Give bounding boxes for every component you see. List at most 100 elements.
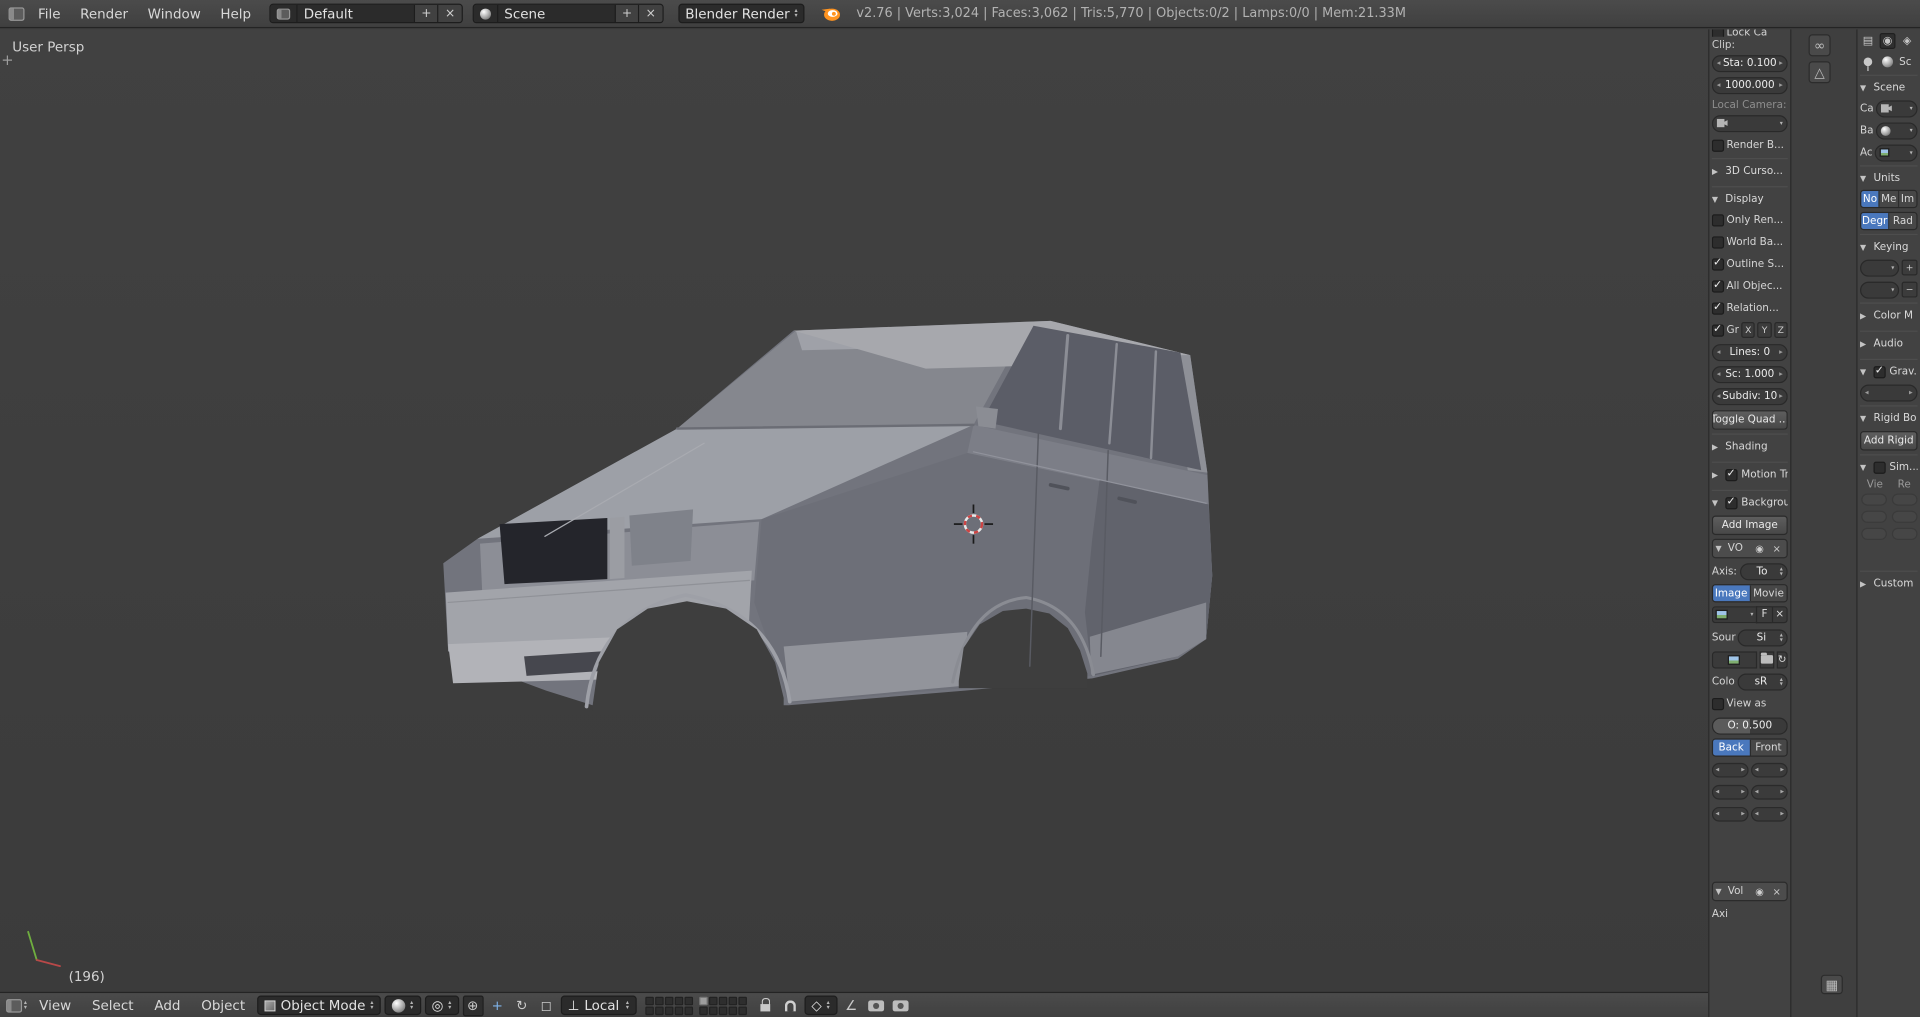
lock-camera-checkbox[interactable]	[1711, 29, 1725, 37]
image-preview-button[interactable]	[1711, 650, 1757, 668]
layer-cell[interactable]	[698, 1005, 708, 1015]
unlink-image-button[interactable]: ×	[1771, 606, 1788, 624]
panel-keying-sets[interactable]: ▼ Keying	[1860, 233, 1918, 258]
bg-image-1-header[interactable]: ▼ VO ◉ ×	[1711, 538, 1788, 559]
toggle-quad-view-button[interactable]: Toggle Quad ...	[1711, 409, 1788, 430]
panel-display[interactable]: ▼ Display	[1711, 186, 1788, 210]
opacity-slider[interactable]: O: 0.500	[1711, 716, 1788, 735]
layer-cell[interactable]	[728, 996, 737, 1005]
snap-rotate-icon[interactable]: ∠	[841, 995, 862, 1016]
editor-type-button[interactable]	[6, 3, 27, 24]
scale-manipulator-icon[interactable]: ◻	[536, 995, 557, 1016]
grid-scale-field[interactable]: ◂ Sc: 1.000 ▸	[1711, 365, 1788, 383]
simplify-ao-field[interactable]	[1860, 527, 1887, 541]
mode-dropdown[interactable]: Object Mode ▴ ▾	[257, 995, 381, 1016]
add-layout-button[interactable]: +	[415, 4, 439, 23]
layer-cell[interactable]	[684, 1005, 693, 1015]
clip-end-field[interactable]: ◂ 1000.000 ▸	[1711, 76, 1788, 94]
snap-element-dropdown[interactable]: ◇ ▴ ▾	[804, 995, 838, 1016]
simplify-subdivision-render-field[interactable]	[1891, 493, 1917, 506]
render-engine-dropdown[interactable]: Blender Render ▴ ▾	[677, 3, 805, 24]
link-icon[interactable]: ∞	[1808, 34, 1831, 57]
eye-icon-2[interactable]: ◉	[1752, 884, 1767, 899]
colorspace-dropdown[interactable]: sR ▴ ▾	[1737, 672, 1788, 691]
simplify-subdivision-field[interactable]	[1860, 493, 1887, 506]
add-image-button[interactable]: Add Image	[1711, 514, 1788, 535]
panel-shading[interactable]: ▶ Shading	[1711, 433, 1788, 457]
scene-name-field[interactable]: Scene	[498, 4, 616, 23]
simplify-particles-render-field[interactable]	[1891, 510, 1917, 523]
layer-cell[interactable]	[674, 996, 683, 1005]
source-dropdown[interactable]: Si ▴ ▾	[1738, 628, 1788, 646]
degrees-toggle[interactable]: Degr	[1861, 213, 1890, 229]
panel-custom-properties[interactable]: ▶ Custom	[1860, 570, 1918, 595]
menu-render[interactable]: Render	[72, 6, 137, 22]
image-browse-dropdown[interactable]: ▾	[1711, 606, 1756, 624]
menu-window[interactable]: Window	[139, 6, 209, 22]
manipulator-toggle-button[interactable]: ⊕	[462, 994, 484, 1016]
keying-set-field[interactable]: ▾	[1860, 281, 1900, 299]
local-camera-dropdown[interactable]: ▾	[1711, 114, 1788, 132]
background-set-dropdown[interactable]: ▾	[1875, 121, 1918, 139]
layout-name-field[interactable]: Default	[297, 4, 416, 23]
layout-browse-icon[interactable]	[270, 4, 298, 23]
menu-file[interactable]: File	[29, 6, 69, 22]
grid-lines-field[interactable]: ◂ Lines: 0 ▸	[1711, 343, 1788, 361]
panel-gravity[interactable]: ▼Grav...	[1860, 358, 1918, 383]
menu-select[interactable]: Select	[83, 997, 142, 1013]
panel-simplify[interactable]: ▼ Sim...	[1860, 454, 1918, 478]
layer-cell[interactable]	[664, 996, 674, 1005]
size-x-stepper[interactable]: ◂ ▸	[1711, 806, 1749, 822]
lock-to-scene-icon[interactable]	[755, 995, 776, 1016]
bg-image-2-header[interactable]: ▼ Vol ◉ ×	[1711, 881, 1788, 902]
units-none-toggle[interactable]: No	[1861, 191, 1880, 207]
remove-keying-set-button[interactable]: −	[1901, 281, 1918, 298]
layer-cell[interactable]	[708, 1005, 718, 1015]
simplify-particles-field[interactable]	[1860, 510, 1887, 523]
opengl-render-anim-button[interactable]	[890, 995, 911, 1016]
clip-start-field[interactable]: ◂ Sta: 0.100 ▸	[1711, 54, 1788, 72]
layer-cell[interactable]	[644, 1005, 654, 1015]
scene-camera-dropdown[interactable]: ▾	[1876, 99, 1918, 117]
background-images-checkbox[interactable]	[1725, 495, 1738, 509]
offset-x-stepper[interactable]: ◂ ▸	[1711, 784, 1749, 799]
reload-image-button[interactable]: ↻	[1776, 650, 1788, 668]
size-y-stepper[interactable]: ◂ ▸	[1751, 806, 1788, 822]
layer-cell[interactable]	[684, 996, 693, 1005]
region-expand-icon[interactable]: +	[1, 51, 13, 68]
all-object-origins-checkbox[interactable]	[1711, 279, 1725, 293]
delete-layout-button[interactable]: ×	[438, 4, 462, 23]
layer-cell[interactable]	[718, 1005, 727, 1015]
snap-magnet-icon[interactable]	[780, 995, 801, 1016]
mesh-data-icon[interactable]: △	[1808, 61, 1831, 84]
eye-icon[interactable]: ◉	[1752, 541, 1767, 556]
layers-widget[interactable]	[644, 996, 747, 1015]
layer-cell[interactable]	[644, 996, 654, 1005]
layer-cell[interactable]	[664, 1005, 674, 1015]
panel-motion-tracking[interactable]: ▶Motion Tr...	[1711, 461, 1788, 486]
orientation-dropdown[interactable]: ⊥ Local ▴ ▾	[560, 995, 637, 1016]
panel-rigid-body-world[interactable]: ▼ Rigid Bo	[1860, 405, 1918, 429]
front-toggle[interactable]: Front	[1750, 739, 1787, 756]
open-folder-button[interactable]	[1759, 650, 1775, 668]
layer-cell[interactable]	[654, 996, 664, 1005]
add-scene-button[interactable]: +	[615, 4, 640, 23]
offset-y-stepper[interactable]: ◂ ▸	[1751, 784, 1788, 799]
only-render-checkbox[interactable]	[1711, 213, 1725, 226]
panel-background-images[interactable]: ▼Backgrou...	[1711, 489, 1788, 514]
rotate-manipulator-icon[interactable]: ↻	[511, 995, 532, 1016]
keying-set-list[interactable]: ▾	[1860, 258, 1900, 277]
world-tab-icon[interactable]: ◈	[1899, 33, 1915, 49]
fake-user-button[interactable]: F	[1755, 606, 1772, 624]
gravity-checkbox[interactable]	[1873, 364, 1886, 378]
panel-units[interactable]: ▼ Units	[1860, 165, 1918, 189]
simplify-triangulate-field[interactable]	[1891, 527, 1917, 541]
active-clip-dropdown[interactable]: ▾	[1875, 143, 1918, 162]
3d-viewport[interactable]: User Persp + (196)	[0, 29, 1709, 992]
units-metric-toggle[interactable]: Me	[1879, 191, 1899, 207]
menu-help[interactable]: Help	[212, 6, 260, 22]
axis-dropdown[interactable]: To ▴ ▾	[1739, 562, 1788, 580]
menu-object[interactable]: Object	[193, 997, 254, 1013]
relationship-lines-checkbox[interactable]	[1711, 301, 1725, 315]
layer-cell[interactable]	[654, 1005, 664, 1015]
